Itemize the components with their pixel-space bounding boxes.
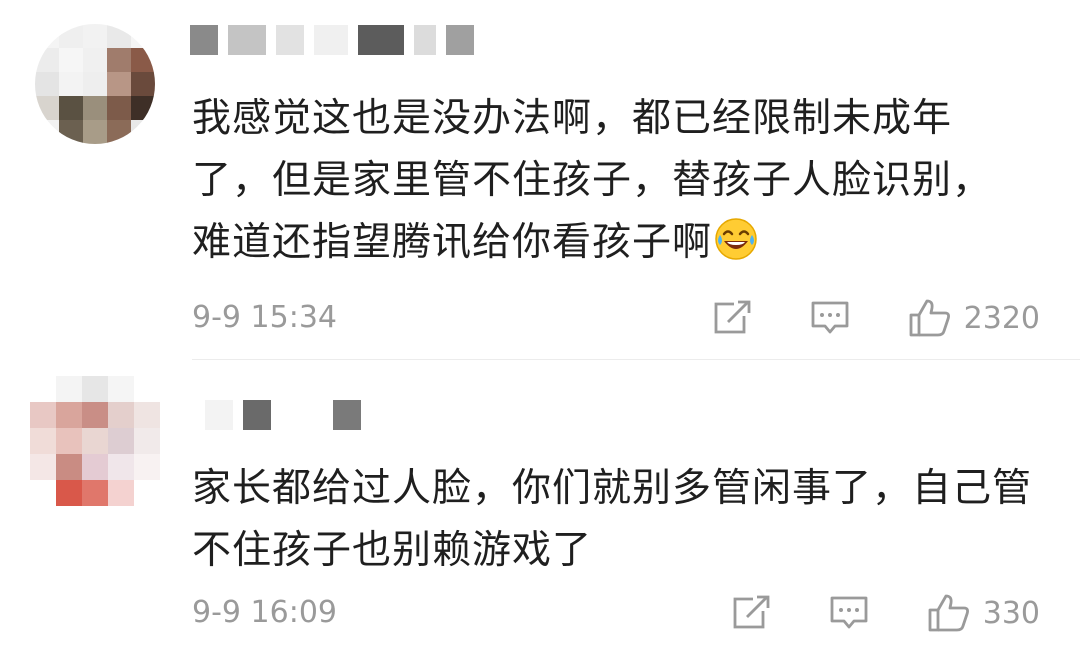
thumbs-up-icon (927, 593, 971, 633)
avatar[interactable] (30, 376, 160, 506)
like-button[interactable]: 2320 (908, 298, 1040, 338)
share-icon (712, 300, 752, 336)
share-button[interactable] (712, 300, 752, 336)
like-button[interactable]: 330 (927, 593, 1040, 633)
comment-actions: 2320 (712, 298, 1040, 338)
username-redacted[interactable] (190, 25, 474, 75)
comment-text-body: 我感觉这也是没办法啊，都已经限制未成年了，但是家里管不住孩子，替孩子人脸识别，难… (192, 96, 993, 265)
comment-item: 家长都给过人脸，你们就别多管闲事了，自己管不住孩子也别赖游戏了 9-9 16:0… (0, 360, 1080, 665)
laugh-crying-emoji (714, 217, 758, 261)
comment-icon (810, 300, 850, 336)
thumbs-up-icon (908, 298, 952, 338)
comment-footer: 9-9 16:09 330 (192, 593, 1040, 633)
comment-time: 9-9 16:09 (192, 595, 337, 630)
share-icon (731, 595, 771, 631)
comment-footer: 9-9 15:34 2320 (192, 298, 1040, 338)
comment-text: 我感觉这也是没办法啊，都已经限制未成年了，但是家里管不住孩子，替孩子人脸识别，难… (192, 88, 1012, 274)
share-button[interactable] (731, 595, 771, 631)
like-count: 2320 (963, 300, 1040, 336)
like-count: 330 (982, 595, 1040, 631)
comment-actions: 330 (731, 593, 1040, 633)
comment-text-body: 家长都给过人脸，你们就别多管闲事了，自己管不住孩子也别赖游戏了 (192, 466, 1033, 573)
comment-time: 9-9 15:34 (192, 300, 337, 335)
avatar[interactable] (35, 24, 155, 144)
comment-text: 家长都给过人脸，你们就别多管闲事了，自己管不住孩子也别赖游戏了 (192, 458, 1052, 582)
comment-item: 我感觉这也是没办法啊，都已经限制未成年了，但是家里管不住孩子，替孩子人脸识别，难… (0, 0, 1080, 360)
reply-button[interactable] (810, 300, 850, 336)
reply-button[interactable] (829, 595, 869, 631)
comment-icon (829, 595, 869, 631)
username-redacted[interactable] (205, 400, 361, 450)
